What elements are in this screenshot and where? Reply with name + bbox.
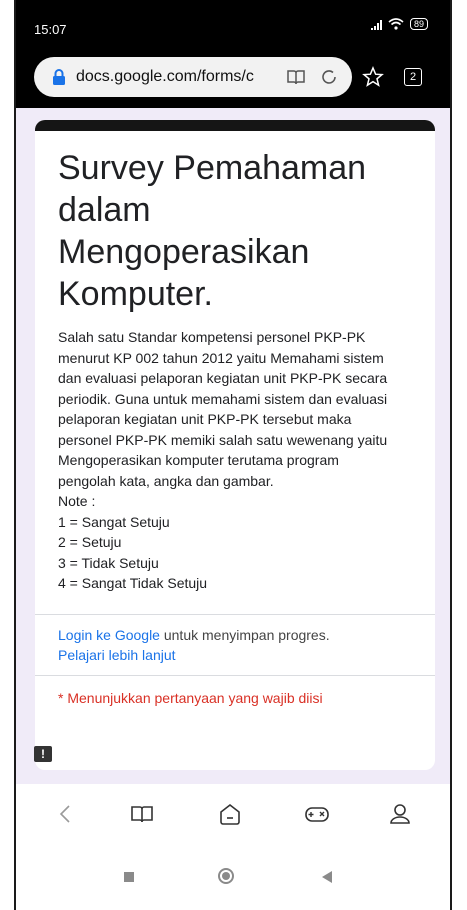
signal-icon: [370, 18, 382, 30]
feedback-icon[interactable]: !: [34, 746, 52, 762]
wifi-icon: [388, 18, 404, 30]
home-icon[interactable]: [216, 800, 244, 828]
learn-more-link[interactable]: Pelajari lebih lanjut: [58, 647, 176, 663]
browser-bottom-nav: [16, 784, 450, 844]
home-button[interactable]: [218, 868, 234, 884]
login-link[interactable]: Login ke Google: [58, 627, 160, 643]
gamepad-icon[interactable]: [303, 800, 331, 828]
form-description: Salah satu Standar kompetensi personel P…: [58, 329, 388, 591]
form-header-card: Survey Pemahaman dalam Mengoperasikan Ko…: [35, 120, 435, 770]
login-text: untuk menyimpan progres.: [159, 626, 330, 643]
url-text[interactable]: docs.google.com/forms/c: [76, 68, 276, 86]
address-bar[interactable]: docs.google.com/forms/c: [34, 57, 352, 97]
book-icon[interactable]: [128, 800, 156, 828]
phone-screen: 15:07 89 docs.google.com/forms/c 2 Surve…: [16, 0, 450, 910]
system-nav-bar: [16, 844, 450, 910]
form-page: Survey Pemahaman dalam Mengoperasikan Ko…: [16, 108, 450, 784]
lock-icon: [53, 69, 65, 85]
form-title: Survey Pemahaman dalam Mengoperasikan Ko…: [58, 149, 367, 313]
login-notice: Login ke Google untuk menyimpan progres.…: [35, 615, 435, 675]
chevron-left-icon[interactable]: [52, 800, 80, 828]
reload-icon[interactable]: [320, 68, 338, 86]
card-accent-bar: [35, 120, 435, 131]
recents-button[interactable]: [124, 872, 134, 882]
status-icons: 89: [370, 18, 428, 30]
frame-border-right: [450, 0, 452, 910]
battery-icon: 89: [409, 18, 428, 30]
back-button[interactable]: [322, 871, 332, 883]
star-icon[interactable]: [362, 66, 384, 88]
tab-switcher-button[interactable]: 2: [404, 68, 422, 86]
status-bar: 15:07 89: [16, 0, 450, 40]
reader-mode-icon[interactable]: [286, 68, 306, 86]
status-time: 15:07: [34, 22, 67, 37]
profile-icon[interactable]: [386, 800, 414, 828]
required-note: * Menunjukkan pertanyaan yang wajib diis…: [58, 689, 323, 706]
